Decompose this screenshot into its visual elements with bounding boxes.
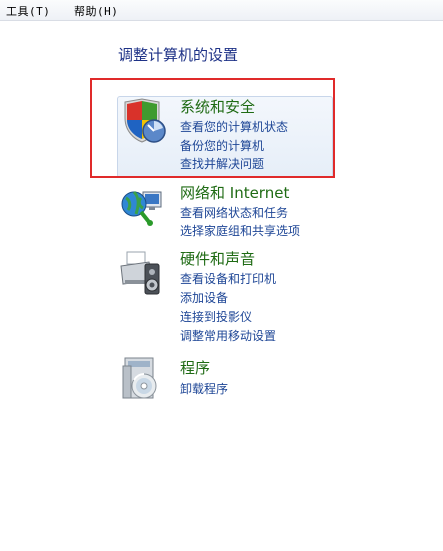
link-view-network-status[interactable]: 查看网络状态和任务 [180,204,288,221]
link-view-devices-printers[interactable]: 查看设备和打印机 [180,270,276,287]
highlight-annotation-box [90,78,335,178]
link-connect-projector[interactable]: 连接到投影仪 [180,308,252,325]
network-globe-icon[interactable] [119,186,165,232]
menu-tools[interactable]: 工具(T) [6,3,50,19]
category-title-hardware-sound[interactable]: 硬件和声音 [180,248,255,269]
programs-disc-icon[interactable] [119,356,165,402]
menu-bar: 工具(T) 帮助(H) [0,0,443,21]
printer-speaker-icon[interactable] [119,250,165,296]
link-homegroup-sharing[interactable]: 选择家庭组和共享选项 [180,222,300,239]
link-uninstall-program[interactable]: 卸载程序 [180,380,228,397]
page-title: 调整计算机的设置 [118,46,239,64]
category-title-programs[interactable]: 程序 [180,357,210,378]
menu-help[interactable]: 帮助(H) [74,3,118,19]
link-mobility-settings[interactable]: 调整常用移动设置 [180,327,276,344]
link-add-device[interactable]: 添加设备 [180,289,228,306]
category-title-network-internet[interactable]: 网络和 Internet [180,182,289,203]
